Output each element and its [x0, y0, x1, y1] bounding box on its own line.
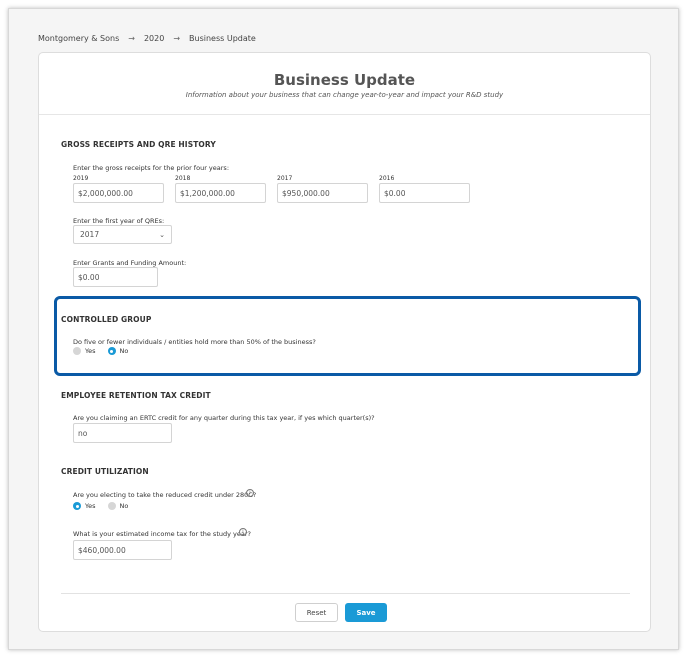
reduced-credit-yes-option[interactable]: Yes: [73, 502, 96, 510]
first-qre-select[interactable]: 2017 ⌄: [73, 225, 172, 244]
grants-input[interactable]: $0.00: [73, 267, 158, 287]
save-button[interactable]: Save: [345, 603, 387, 622]
breadcrumb-item-current: Business Update: [189, 34, 256, 43]
first-qre-label: Enter the first year of QREs:: [73, 217, 165, 225]
arrow-right-icon: →: [128, 34, 135, 43]
gross-receipts-2016-input[interactable]: $0.00: [379, 183, 470, 203]
radio-selected[interactable]: [73, 502, 81, 510]
year-label-2017: 2017: [277, 175, 293, 182]
radio-unselected[interactable]: [107, 502, 116, 510]
income-tax-input[interactable]: $460,000.00: [73, 540, 172, 560]
first-qre-value: 2017: [80, 230, 100, 239]
info-icon[interactable]: i: [239, 528, 247, 536]
gross-receipts-prompt: Enter the gross receipts for the prior f…: [73, 164, 230, 172]
credit-utilization-heading: CREDIT UTILIZATION: [61, 467, 149, 476]
ertc-heading: EMPLOYEE RETENTION TAX CREDIT: [61, 391, 211, 400]
breadcrumb: Montgomery & Sons → 2020 → Business Upda…: [38, 34, 256, 43]
reduced-credit-radio-group: Yes No: [73, 502, 140, 510]
reset-button[interactable]: Reset: [295, 603, 338, 622]
ertc-input[interactable]: no: [73, 423, 172, 443]
gross-receipts-2019-input[interactable]: $2,000,000.00: [73, 183, 164, 203]
gross-receipts-2017-input[interactable]: $950,000.00: [277, 183, 368, 203]
reduced-credit-question: Are you electing to take the reduced cre…: [73, 491, 257, 499]
page-subtitle: Information about your business that can…: [185, 91, 504, 99]
chevron-down-icon: ⌄: [159, 230, 165, 239]
radio-label-yes: Yes: [85, 502, 96, 510]
page-title: Business Update: [273, 71, 416, 89]
reduced-credit-no-option[interactable]: No: [107, 502, 129, 510]
ertc-question: Are you claiming an ERTC credit for any …: [73, 414, 375, 422]
breadcrumb-item-company[interactable]: Montgomery & Sons: [38, 34, 119, 43]
year-label-2019: 2019: [73, 175, 89, 182]
gross-receipts-2018-input[interactable]: $1,200,000.00: [175, 183, 266, 203]
grants-label: Enter Grants and Funding Amount:: [73, 259, 187, 267]
card-header: Business Update Information about your b…: [39, 53, 650, 115]
gross-receipts-heading: GROSS RECEIPTS AND QRE HISTORY: [61, 140, 216, 149]
breadcrumb-item-year[interactable]: 2020: [144, 34, 164, 43]
year-label-2018: 2018: [175, 175, 191, 182]
year-label-2016: 2016: [379, 175, 395, 182]
footer-divider: [61, 593, 630, 594]
info-icon[interactable]: i: [246, 489, 254, 497]
income-tax-question: What is your estimated income tax for th…: [73, 530, 251, 538]
controlled-group-highlight-box: [54, 296, 641, 376]
arrow-right-icon: →: [173, 34, 181, 43]
radio-label-no: No: [119, 502, 129, 510]
